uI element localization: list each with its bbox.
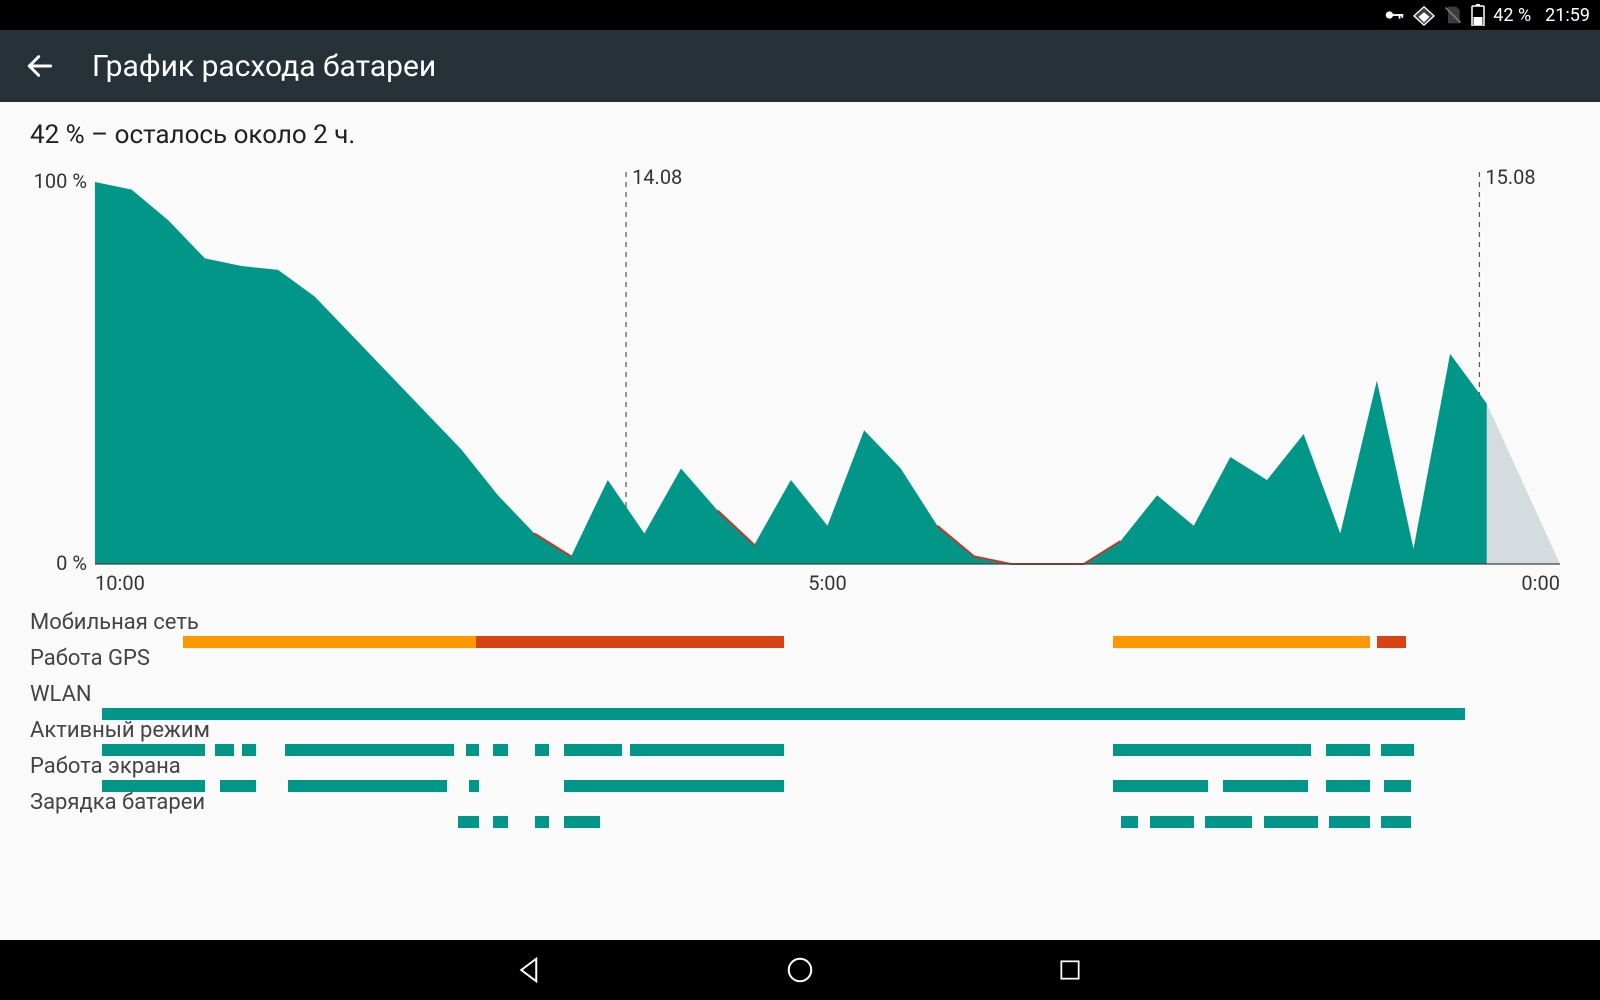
timeline-segment	[1329, 816, 1370, 828]
timeline-segment	[564, 744, 623, 756]
timeline-row-bar	[30, 636, 1570, 648]
svg-text:0:00: 0:00	[1521, 571, 1560, 595]
svg-text:0 %: 0 %	[56, 551, 87, 575]
timeline-segment	[1377, 636, 1406, 648]
svg-text:14.08: 14.08	[632, 165, 682, 189]
battery-chart[interactable]: 100 % 0 % 14.08 15.08 10:00 5:00 0:00	[30, 164, 1570, 608]
timeline-segment	[458, 816, 479, 828]
timeline-segment	[215, 744, 234, 756]
timeline-row-label: Работа GPS	[30, 648, 1570, 670]
timeline-segment	[1384, 780, 1410, 792]
timeline-row-bar	[30, 816, 1570, 828]
nav-back-button[interactable]	[510, 950, 550, 990]
navigation-bar	[0, 940, 1600, 1000]
timeline-row: WLAN	[30, 684, 1570, 720]
timeline-row: Работа GPS	[30, 648, 1570, 684]
timeline-row-bar	[30, 780, 1570, 792]
timeline-segment	[220, 780, 257, 792]
timeline-row-bar	[30, 672, 1570, 684]
clock-text: 21:59	[1545, 5, 1590, 26]
timeline-segment	[1113, 744, 1311, 756]
timeline-row-label: Зарядка батареи	[30, 792, 1570, 814]
timeline-row-label: WLAN	[30, 684, 1570, 706]
battery-summary: 42 % – осталось около 2 ч.	[30, 120, 1570, 150]
timeline-segment	[1150, 816, 1194, 828]
svg-text:5:00: 5:00	[808, 571, 847, 595]
page-title: График расхода батареи	[92, 49, 436, 84]
timeline-segment	[288, 780, 446, 792]
timeline-segment	[535, 816, 550, 828]
wifi-icon	[1413, 4, 1435, 26]
timeline-row-bar	[30, 708, 1570, 720]
timeline-segment	[564, 780, 784, 792]
timeline-segment	[1264, 816, 1318, 828]
timeline-segment	[476, 636, 784, 648]
timeline-segment	[102, 708, 1464, 720]
nav-recent-button[interactable]	[1050, 950, 1090, 990]
timeline-segment	[1121, 816, 1139, 828]
timeline-row-label: Работа экрана	[30, 756, 1570, 778]
back-button[interactable]	[20, 46, 60, 86]
timeline-segment	[285, 744, 453, 756]
no-sim-icon	[1443, 5, 1463, 25]
status-bar: 42 % 21:59	[0, 0, 1600, 30]
timeline-segment	[242, 744, 257, 756]
timeline-segment	[469, 780, 479, 792]
svg-text:10:00: 10:00	[95, 571, 145, 595]
content: 42 % – осталось около 2 ч. 100 % 0 % 14.08…	[0, 102, 1600, 940]
timeline-row-bar	[30, 744, 1570, 756]
timeline-segment	[564, 816, 601, 828]
svg-text:15.08: 15.08	[1485, 165, 1535, 189]
battery-icon	[1471, 4, 1485, 26]
timeline-segment	[535, 744, 550, 756]
timeline-segment	[493, 744, 508, 756]
timeline-segment	[183, 636, 476, 648]
timeline-rows: Мобильная сеть Работа GPS WLAN Активный реж…	[30, 612, 1570, 828]
vpn-key-icon	[1383, 4, 1405, 26]
timeline-segment	[1381, 744, 1413, 756]
timeline-row-label: Активный режим	[30, 720, 1570, 742]
timeline-row-label: Мобильная сеть	[30, 612, 1570, 634]
timeline-segment	[1326, 780, 1370, 792]
timeline-row: Работа экрана	[30, 756, 1570, 792]
timeline-segment	[1205, 816, 1252, 828]
timeline-row: Активный режим	[30, 720, 1570, 756]
timeline-segment	[1326, 744, 1370, 756]
battery-percent-text: 42 %	[1493, 5, 1531, 26]
svg-text:100 %: 100 %	[34, 169, 87, 193]
timeline-row: Зарядка батареи	[30, 792, 1570, 828]
timeline-segment	[1223, 780, 1308, 792]
app-bar: График расхода батареи	[0, 30, 1600, 102]
timeline-row: Мобильная сеть	[30, 612, 1570, 648]
timeline-segment	[1113, 780, 1208, 792]
timeline-segment	[493, 816, 508, 828]
timeline-segment	[1113, 636, 1369, 648]
timeline-segment	[466, 744, 479, 756]
nav-home-button[interactable]	[780, 950, 820, 990]
timeline-segment	[1381, 816, 1410, 828]
timeline-segment	[630, 744, 784, 756]
